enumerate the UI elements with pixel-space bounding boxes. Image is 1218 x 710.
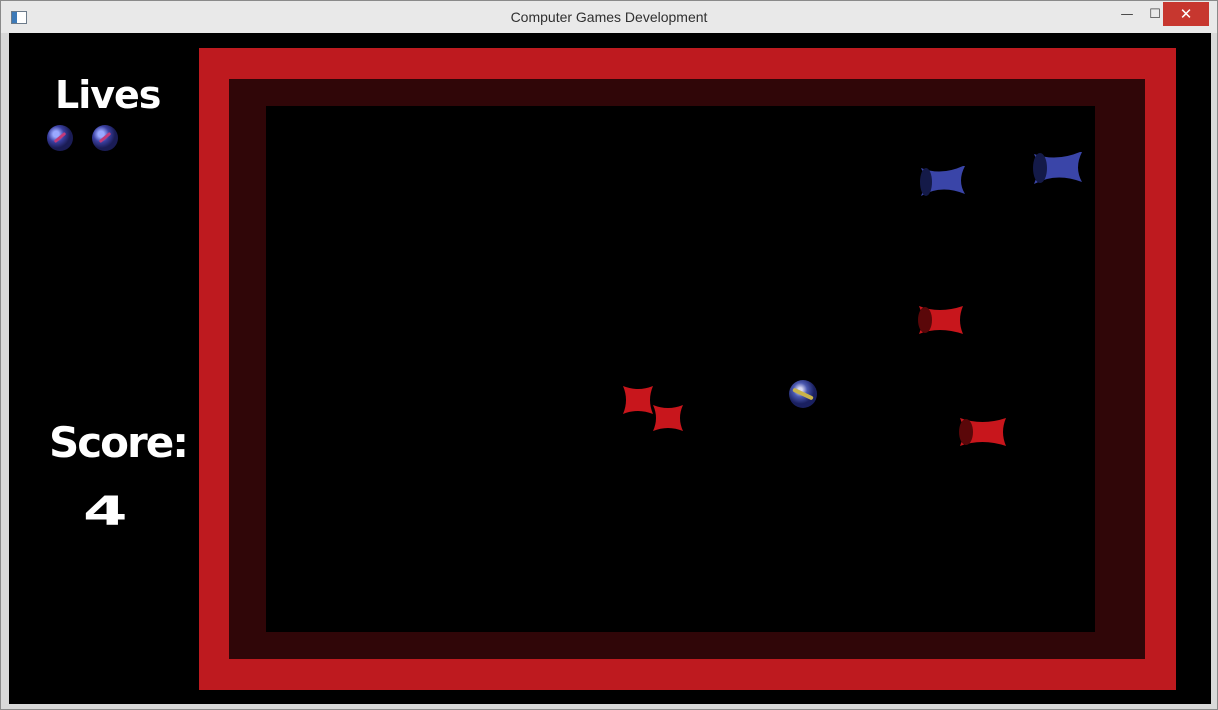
title-bar[interactable]: Computer Games Development — ☐ ✕: [1, 1, 1217, 33]
window-title: Computer Games Development: [510, 9, 708, 25]
blue-enemy: [920, 166, 965, 196]
red-enemy: [918, 306, 963, 334]
red-enemy: [959, 418, 1006, 446]
game-canvas[interactable]: Lives Score: 4: [9, 33, 1211, 704]
arena-inner-wall: [229, 79, 1145, 659]
player-ball: [789, 380, 817, 408]
red-enemy: [623, 386, 653, 414]
app-window: Computer Games Development — ☐ ✕ Lives S…: [0, 0, 1218, 710]
arena-floor: [266, 106, 1095, 632]
minimize-button[interactable]: —: [1113, 2, 1141, 26]
close-button[interactable]: ✕: [1163, 2, 1209, 26]
arena-outer-wall: [199, 48, 1176, 690]
red-enemy: [653, 405, 683, 431]
lives-label: Lives: [55, 73, 161, 117]
blue-enemy: [1033, 152, 1082, 184]
score-value: 4: [83, 489, 128, 535]
life-ball-icon: [47, 125, 73, 151]
life-ball-icon: [92, 125, 118, 151]
score-label: Score:: [49, 418, 189, 467]
